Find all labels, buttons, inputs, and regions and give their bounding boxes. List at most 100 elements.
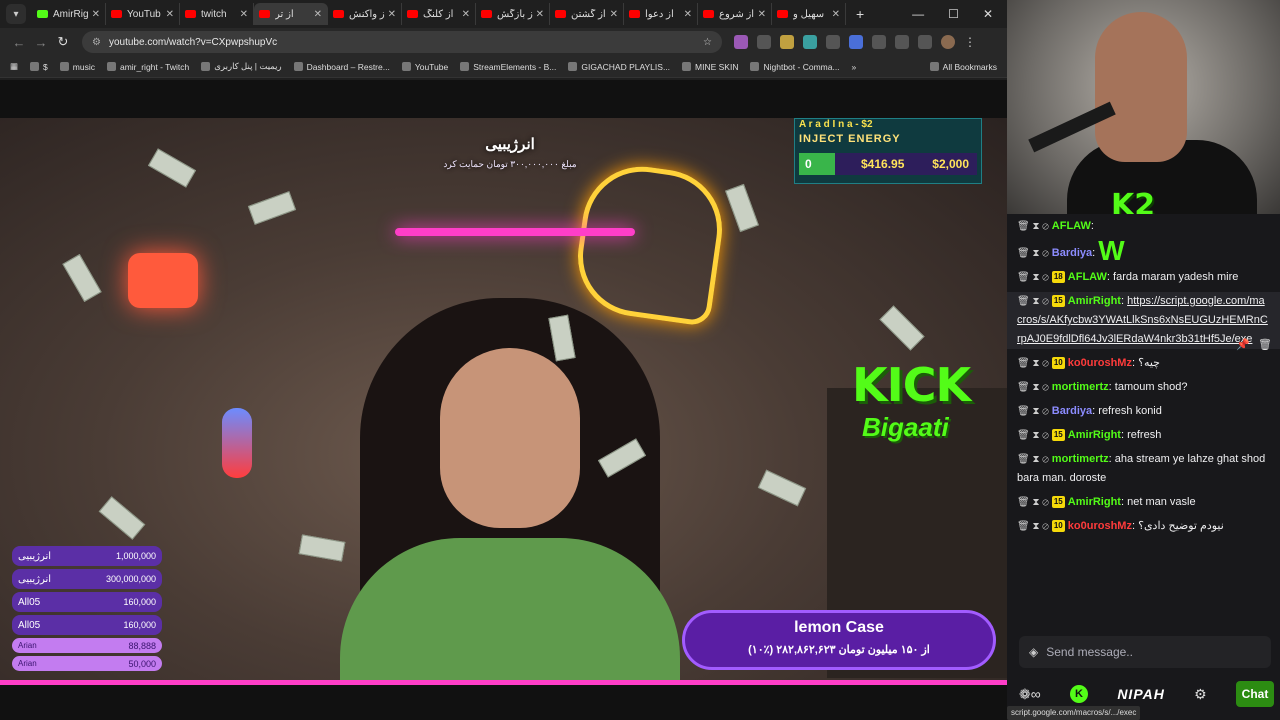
close-tab-icon[interactable]: ✕ <box>758 9 766 20</box>
chat-username[interactable]: mortimertz <box>1052 381 1109 393</box>
extension-icon[interactable] <box>803 35 817 49</box>
chat-username[interactable]: AmirRight <box>1068 429 1121 441</box>
extension-icon[interactable] <box>872 35 886 49</box>
extension-icon[interactable] <box>734 35 748 49</box>
chat-username[interactable]: Bardiya <box>1052 247 1092 259</box>
bookmark-link[interactable]: StreamElements - B... <box>460 61 556 72</box>
bookmark-link[interactable]: music <box>59 61 95 72</box>
close-tab-icon[interactable]: ✕ <box>240 9 248 20</box>
chat-username[interactable]: ko0uroshMz <box>1068 357 1132 369</box>
close-window-button[interactable]: ✕ <box>983 7 993 21</box>
bookmark-link[interactable]: Nightbot - Comma... <box>750 61 840 72</box>
bookmark-link[interactable]: $ <box>30 61 48 72</box>
chat-username[interactable]: Bardiya <box>1052 405 1092 417</box>
chat-message[interactable]: 🗑 ⧗ ⊘ 10 ko0uroshMz: چیه؟ <box>1017 354 1270 373</box>
bookmark-star-icon[interactable]: ☆ <box>703 37 712 48</box>
close-tab-icon[interactable]: ✕ <box>166 9 174 20</box>
mod-tools-icon[interactable]: 🗑 ⧗ ⊘ <box>1017 221 1049 232</box>
close-tab-icon[interactable]: ✕ <box>92 9 100 20</box>
chat-message[interactable]: 🗑 ⧗ ⊘ mortimertz: aha stream ye lahze gha… <box>1017 450 1270 488</box>
mod-tools-icon[interactable]: 🗑 ⧗ ⊘ <box>1017 430 1049 441</box>
chat-username[interactable]: AmirRight <box>1068 295 1121 307</box>
bookmark-link[interactable]: YouTube <box>401 61 448 72</box>
chat-message[interactable]: 🗑 ⧗ ⊘ 15 AmirRight: net man vasle <box>1017 493 1270 512</box>
close-tab-icon[interactable]: ✕ <box>462 9 470 20</box>
chat-message[interactable]: 🗑 ⧗ ⊘ AFLAW: <box>1017 217 1270 236</box>
media-control-icon[interactable] <box>918 35 932 49</box>
mod-tools-icon[interactable]: 🗑 ⧗ ⊘ <box>1017 358 1049 369</box>
menu-icon[interactable]: ⋮ <box>964 35 976 49</box>
pin-icon[interactable]: 📌 <box>1236 336 1250 355</box>
close-tab-icon[interactable]: ✕ <box>388 9 396 20</box>
extension-icon[interactable] <box>826 35 840 49</box>
mod-tools-icon[interactable]: 🗑 ⧗ ⊘ <box>1017 454 1049 465</box>
puzzle-icon[interactable] <box>895 35 909 49</box>
emote[interactable]: W <box>1098 235 1124 266</box>
close-tab-icon[interactable]: ✕ <box>610 9 618 20</box>
mod-tools-icon[interactable]: 🗑 ⧗ ⊘ <box>1017 272 1049 283</box>
kick-icon[interactable]: K <box>1070 685 1089 703</box>
bookmark-link[interactable]: ریمیت | پنل کاربری <box>201 61 282 72</box>
close-tab-icon[interactable]: ✕ <box>536 9 544 20</box>
more-bookmarks-icon[interactable]: » <box>852 62 857 72</box>
chat-username[interactable]: mortimertz <box>1052 453 1109 465</box>
bookmark-link[interactable]: MINE SKIN <box>682 61 738 72</box>
browser-tab[interactable]: AmirRig ✕ <box>32 3 106 25</box>
browser-tab[interactable]: از شروع ✕ <box>698 3 772 25</box>
chat-message[interactable]: 🗑 ⧗ ⊘ mortimertz: tamoum shod? <box>1017 378 1270 397</box>
close-tab-icon[interactable]: ✕ <box>684 9 692 20</box>
chat-send-button[interactable]: Chat <box>1236 681 1274 707</box>
chat-message[interactable]: 🗑 ⧗ ⊘ Bardiya: refresh konid <box>1017 402 1270 421</box>
browser-tab[interactable]: از تر ✕ <box>254 3 328 25</box>
bookmark-link[interactable]: GIGACHAD PLAYLIS... <box>568 61 670 72</box>
delete-icon[interactable]: 🗑 <box>1258 336 1272 355</box>
shield-icon[interactable]: ◈ <box>1029 645 1038 659</box>
maximize-button[interactable]: ☐ <box>948 7 959 21</box>
video-player[interactable]: انرژیبیی مبلغ ۳۰۰,۰۰۰,۰۰۰ تومان حمایت کر… <box>0 80 1007 720</box>
reload-button[interactable]: ↻ <box>52 34 74 50</box>
browser-tab[interactable]: سهیل و ✕ <box>772 3 846 25</box>
tab-search-button[interactable]: ▾ <box>6 4 26 24</box>
new-tab-button[interactable]: + <box>856 6 864 22</box>
bookmark-link[interactable]: Dashboard – Restre... <box>293 61 390 72</box>
chat-message[interactable]: 🗑 ⧗ ⊘ 15 AmirRight: refresh <box>1017 426 1270 445</box>
apps-grid-icon[interactable]: ▦ <box>10 61 18 72</box>
chat-message[interactable]: 🗑 ⧗ ⊘ 15 AmirRight: https://script.google.… <box>1007 292 1280 351</box>
all-bookmarks-link[interactable]: All Bookmarks <box>929 62 997 72</box>
extension-icon[interactable] <box>849 35 863 49</box>
extension-icon[interactable] <box>757 35 771 49</box>
browser-tab[interactable]: twitch ✕ <box>180 3 254 25</box>
browser-tab[interactable]: از دعوا ✕ <box>624 3 698 25</box>
back-button[interactable]: ← <box>8 35 30 50</box>
chat-message[interactable]: 🗑 ⧗ ⊘ Bardiya: W <box>1017 237 1270 265</box>
mod-tools-icon[interactable]: 🗑 ⧗ ⊘ <box>1017 497 1049 508</box>
chat-message[interactable]: 🗑 ⧗ ⊘ 10 ko0uroshMz: نیودم توضیح دادی؟ <box>1017 517 1270 536</box>
forward-button[interactable]: → <box>30 35 52 50</box>
chat-username[interactable]: AmirRight <box>1068 496 1121 508</box>
browser-tab[interactable]: YouTub ✕ <box>106 3 180 25</box>
extension-icon[interactable] <box>780 35 794 49</box>
minimize-button[interactable]: — <box>912 7 924 21</box>
nipah-brand[interactable]: NIPAH <box>1117 686 1165 702</box>
browser-tab[interactable]: از کلنگ ✕ <box>402 3 476 25</box>
chat-username[interactable]: ko0uroshMz <box>1068 520 1132 532</box>
close-tab-icon[interactable]: ✕ <box>832 9 840 20</box>
chat-message[interactable]: 🗑 ⧗ ⊘ 18 AFLAW: farda maram yadesh mire <box>1017 268 1270 287</box>
site-info-icon[interactable]: ⚙ <box>92 37 101 48</box>
browser-tab[interactable]: از واکنش ✕ <box>328 3 402 25</box>
profile-avatar[interactable] <box>941 35 955 49</box>
chat-message-list[interactable]: 🗑 ⧗ ⊘ AFLAW: 🗑 ⧗ ⊘ Bardiya: W 🗑 ⧗ ⊘ 18 AFLAW:… <box>1007 214 1280 628</box>
gear-icon[interactable]: ⚙ <box>1194 686 1207 703</box>
browser-tab[interactable]: از گشتن ✕ <box>550 3 624 25</box>
mod-tools-icon[interactable]: 🗑 ⧗ ⊘ <box>1017 248 1049 259</box>
emote-menu-icon[interactable]: ❁∞ <box>1019 686 1041 703</box>
close-tab-icon[interactable]: ✕ <box>314 9 322 20</box>
bookmark-link[interactable]: amir_right - Twitch <box>106 61 189 72</box>
mod-tools-icon[interactable]: 🗑 ⧗ ⊘ <box>1017 406 1049 417</box>
chat-username[interactable]: AFLAW <box>1052 220 1091 232</box>
address-bar[interactable]: ⚙ youtube.com/watch?v=CXpwpshupVc ☆ <box>82 31 722 53</box>
chat-username[interactable]: AFLAW <box>1068 271 1107 283</box>
mod-tools-icon[interactable]: 🗑 ⧗ ⊘ <box>1017 521 1049 532</box>
browser-tab[interactable]: از بازگش ✕ <box>476 3 550 25</box>
mod-tools-icon[interactable]: 🗑 ⧗ ⊘ <box>1017 296 1049 307</box>
